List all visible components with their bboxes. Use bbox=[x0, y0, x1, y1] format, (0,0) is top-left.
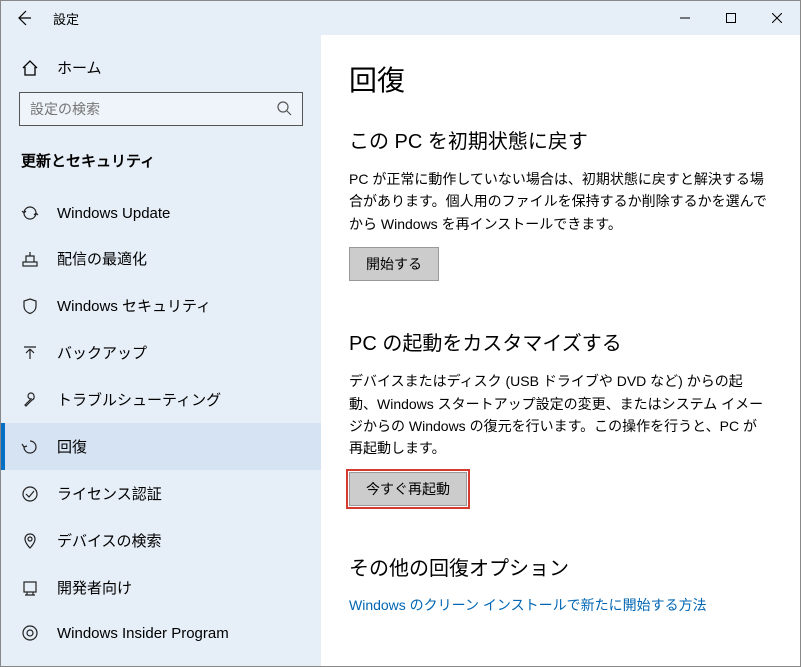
troubleshoot-title: PC を初期状態に戻さずに問題を解決する bbox=[349, 661, 772, 666]
page-title: 回復 bbox=[349, 59, 772, 99]
reset-pc-section: この PC を初期状態に戻す PC が正常に動作していない場合は、初期状態に戻す… bbox=[349, 125, 772, 281]
search-field[interactable] bbox=[30, 101, 276, 117]
sidebar-item-label: 回復 bbox=[57, 436, 87, 457]
home-link[interactable]: ホーム bbox=[1, 49, 321, 92]
main-content: 回復 この PC を初期状態に戻す PC が正常に動作していない場合は、初期状態… bbox=[321, 35, 800, 666]
sidebar-item-label: デバイスの検索 bbox=[57, 530, 162, 551]
sidebar-item-windows-insider[interactable]: Windows Insider Program bbox=[1, 611, 321, 655]
sidebar-item-windows-security[interactable]: Windows セキュリティ bbox=[1, 282, 321, 329]
titlebar: 設定 bbox=[1, 1, 800, 35]
search-input[interactable] bbox=[19, 92, 303, 126]
search-icon bbox=[276, 100, 292, 119]
sidebar-item-label: ライセンス認証 bbox=[57, 483, 162, 504]
insider-icon bbox=[21, 624, 39, 642]
maximize-button[interactable] bbox=[708, 1, 754, 35]
nav-list: Windows Update 配信の最適化 Windows セキュリティ バック… bbox=[1, 191, 321, 655]
sidebar-item-label: 配信の最適化 bbox=[57, 248, 147, 269]
delivery-icon bbox=[21, 250, 39, 268]
location-icon bbox=[21, 532, 39, 550]
minimize-button[interactable] bbox=[662, 1, 708, 35]
sidebar-item-recovery[interactable]: 回復 bbox=[1, 423, 321, 470]
sidebar-item-developer[interactable]: 開発者向け bbox=[1, 564, 321, 611]
sidebar-item-activation[interactable]: ライセンス認証 bbox=[1, 470, 321, 517]
window-title: 設定 bbox=[53, 9, 79, 28]
wrench-icon bbox=[21, 391, 39, 409]
sidebar-item-windows-update[interactable]: Windows Update bbox=[1, 191, 321, 235]
reset-pc-title: この PC を初期状態に戻す bbox=[349, 125, 772, 154]
advanced-startup-desc: デバイスまたはディスク (USB ドライブや DVD など) からの起動、Win… bbox=[349, 370, 769, 460]
advanced-startup-title: PC の起動をカスタマイズする bbox=[349, 327, 772, 356]
recovery-icon bbox=[21, 438, 39, 456]
sidebar-item-label: Windows セキュリティ bbox=[57, 295, 211, 316]
home-label: ホーム bbox=[57, 57, 102, 78]
restart-now-button[interactable]: 今すぐ再起動 bbox=[349, 472, 467, 506]
reset-pc-button[interactable]: 開始する bbox=[349, 247, 439, 281]
developer-icon bbox=[21, 579, 39, 597]
reset-pc-desc: PC が正常に動作していない場合は、初期状態に戻すと解決する場合があります。個人… bbox=[349, 168, 769, 235]
minimize-icon bbox=[680, 13, 690, 23]
sidebar-item-label: 開発者向け bbox=[57, 577, 132, 598]
maximize-icon bbox=[726, 13, 736, 23]
back-button[interactable] bbox=[1, 1, 47, 35]
sidebar-item-label: トラブルシューティング bbox=[57, 389, 221, 410]
sidebar-item-troubleshoot[interactable]: トラブルシューティング bbox=[1, 376, 321, 423]
backup-icon bbox=[21, 344, 39, 362]
more-options-section: その他の回復オプション Windows のクリーン インストールで新たに開始する… bbox=[349, 552, 772, 615]
home-icon bbox=[21, 59, 39, 77]
more-options-title: その他の回復オプション bbox=[349, 552, 772, 581]
category-title: 更新とセキュリティ bbox=[1, 150, 321, 191]
troubleshoot-section: PC を初期状態に戻さずに問題を解決する PC を初期状態に戻すには時間がかかる… bbox=[349, 661, 772, 666]
advanced-startup-section: PC の起動をカスタマイズする デバイスまたはディスク (USB ドライブや D… bbox=[349, 327, 772, 506]
sidebar-item-delivery-optimization[interactable]: 配信の最適化 bbox=[1, 235, 321, 282]
sidebar-item-label: Windows Update bbox=[57, 205, 170, 222]
back-arrow-icon bbox=[16, 10, 32, 26]
close-button[interactable] bbox=[754, 1, 800, 35]
sidebar: ホーム 更新とセキュリティ Windows Update 配信の最適化 bbox=[1, 35, 321, 666]
shield-icon bbox=[21, 297, 39, 315]
sidebar-item-find-my-device[interactable]: デバイスの検索 bbox=[1, 517, 321, 564]
sync-icon bbox=[21, 204, 39, 222]
close-icon bbox=[772, 13, 782, 23]
check-circle-icon bbox=[21, 485, 39, 503]
sidebar-item-backup[interactable]: バックアップ bbox=[1, 329, 321, 376]
sidebar-item-label: Windows Insider Program bbox=[57, 625, 229, 642]
sidebar-item-label: バックアップ bbox=[57, 342, 147, 363]
clean-install-link[interactable]: Windows のクリーン インストールで新たに開始する方法 bbox=[349, 597, 707, 613]
